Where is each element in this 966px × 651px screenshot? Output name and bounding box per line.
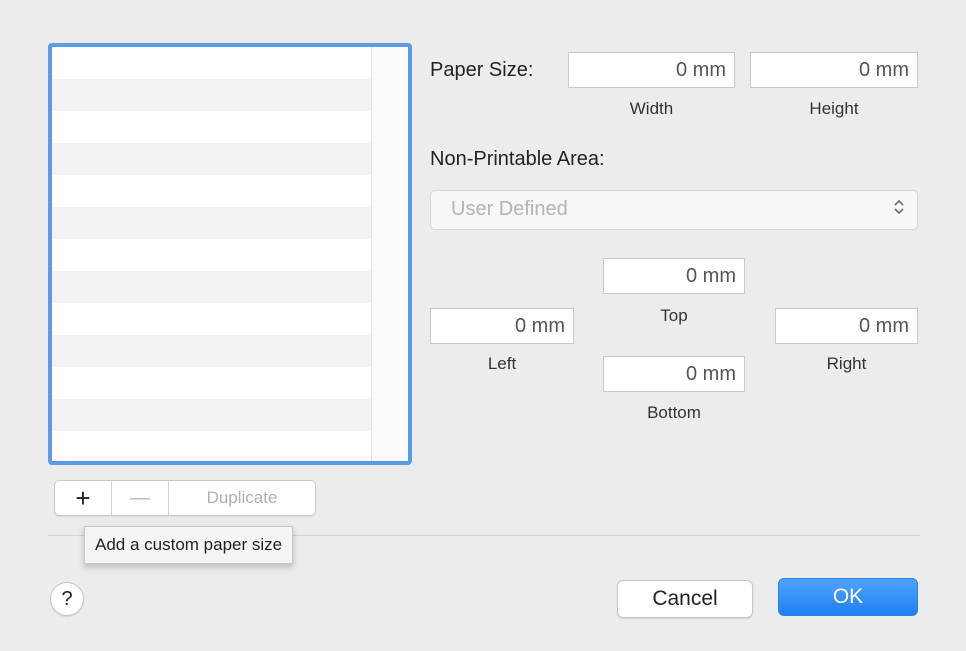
list-scrollbar[interactable]	[371, 47, 408, 461]
popup-selected-value: User Defined	[451, 198, 568, 220]
add-paper-size-button[interactable]: +	[55, 481, 112, 515]
margin-bottom-field[interactable]: 0 mm	[603, 356, 745, 392]
list-item	[52, 399, 372, 431]
list-item	[52, 47, 372, 79]
list-item	[52, 431, 372, 461]
list-item	[52, 335, 372, 367]
add-button-tooltip: Add a custom paper size	[84, 526, 294, 564]
list-item	[52, 143, 372, 175]
list-item	[52, 79, 372, 111]
non-printable-area-label: Non-Printable Area:	[430, 148, 605, 170]
paper-width-field[interactable]: 0 mm	[568, 52, 735, 88]
margin-top-field[interactable]: 0 mm	[603, 258, 745, 294]
right-label: Right	[826, 354, 867, 373]
margin-left-field[interactable]: 0 mm	[430, 308, 574, 344]
popup-arrows-icon	[893, 197, 905, 224]
left-label: Left	[487, 354, 517, 373]
height-label: Height	[809, 99, 859, 118]
list-item	[52, 367, 372, 399]
margin-right-field[interactable]: 0 mm	[775, 308, 918, 344]
paper-size-list-rows	[52, 47, 372, 461]
list-item	[52, 175, 372, 207]
top-label: Top	[660, 306, 688, 325]
cancel-button[interactable]: Cancel	[617, 580, 753, 618]
bottom-label: Bottom	[647, 403, 701, 422]
paper-size-label: Paper Size:	[430, 59, 534, 81]
width-label: Width	[629, 99, 674, 118]
ok-button[interactable]: OK	[778, 578, 918, 616]
list-item	[52, 239, 372, 271]
duplicate-button[interactable]: Duplicate	[169, 481, 315, 515]
list-item	[52, 271, 372, 303]
help-button[interactable]: ?	[50, 582, 84, 616]
list-item	[52, 207, 372, 239]
remove-paper-size-button[interactable]: —	[112, 481, 169, 515]
paper-height-field[interactable]: 0 mm	[750, 52, 918, 88]
non-printable-area-popup[interactable]: User Defined	[430, 190, 918, 230]
paper-size-list[interactable]	[48, 43, 412, 465]
list-item	[52, 303, 372, 335]
custom-paper-size-dialog: + — Duplicate Add a custom paper size Pa…	[0, 0, 966, 651]
list-item	[52, 111, 372, 143]
list-edit-controls: + — Duplicate	[54, 480, 316, 516]
